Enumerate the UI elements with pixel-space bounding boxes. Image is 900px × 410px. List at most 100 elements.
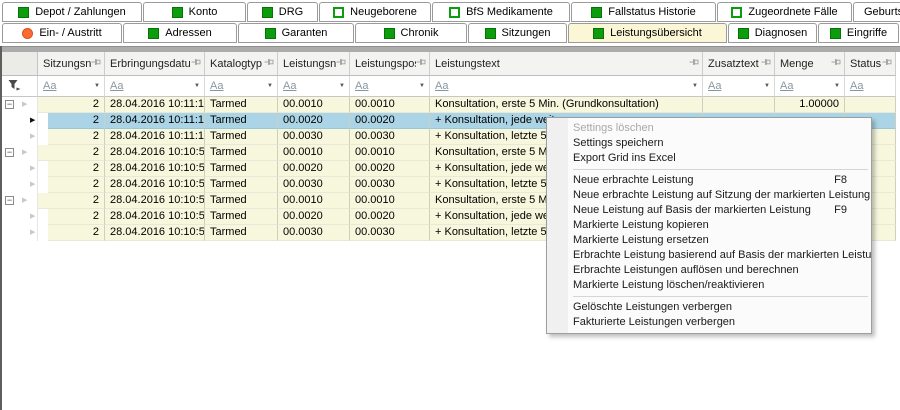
- cell-leistungspos[interactable]: 00.0020: [350, 113, 430, 129]
- cell-katalogtyp[interactable]: Tarmed: [205, 161, 278, 177]
- filter-cell-leistungspos[interactable]: Aa▼: [350, 76, 430, 97]
- menu-item-neue-leistung-auf-basis-der-markierten-leistung[interactable]: Neue Leistung auf Basis der markierten L…: [547, 203, 871, 218]
- pin-icon[interactable]: [264, 57, 274, 70]
- pin-icon[interactable]: [831, 57, 841, 70]
- filter-cell-katalogtyp[interactable]: Aa▼: [205, 76, 278, 97]
- cell-leistungsnr[interactable]: 00.0010: [278, 145, 350, 161]
- filter-cell-menge[interactable]: Aa▼: [775, 76, 845, 97]
- filter-cell-zusatztext[interactable]: Aa▼: [703, 76, 775, 97]
- cell-erbringungsdatum[interactable]: 28.04.2016 10:10:57: [105, 225, 205, 241]
- cell-katalogtyp[interactable]: Tarmed: [205, 97, 278, 113]
- menu-item-markierte-leistung-ersetzen[interactable]: Markierte Leistung ersetzen: [547, 233, 871, 248]
- tab-diagnosen[interactable]: Diagnosen: [728, 23, 817, 43]
- cell-leistungspos[interactable]: 00.0020: [350, 209, 430, 225]
- cell-sitzungsnr[interactable]: 2: [48, 129, 105, 145]
- cell-leistungspos[interactable]: 00.0020: [350, 161, 430, 177]
- cell-leistungstext[interactable]: Konsultation, erste 5 Min. (Grundkonsult…: [430, 97, 703, 113]
- column-header-leistungsnr[interactable]: Leistungsnr.: [278, 52, 350, 76]
- menu-item-fakturierte-leistungen-verbergen[interactable]: Fakturierte Leistungen verbergen: [547, 315, 871, 330]
- cell-leistungspos[interactable]: 00.0010: [350, 97, 430, 113]
- menu-item-neue-erbrachte-leistung[interactable]: Neue erbrachte LeistungF8: [547, 173, 871, 188]
- collapse-icon[interactable]: −: [5, 196, 14, 205]
- row-indicator[interactable]: ▶: [2, 209, 38, 225]
- row-expand-arrow-icon[interactable]: ▶: [22, 149, 27, 157]
- tab-chronik[interactable]: Chronik: [355, 23, 467, 43]
- pin-icon[interactable]: [191, 57, 201, 70]
- filter-dropdown-icon[interactable]: ▼: [692, 83, 698, 89]
- tab-leistungs-bersicht[interactable]: Leistungsübersicht: [568, 23, 727, 43]
- pin-icon[interactable]: [761, 57, 771, 70]
- column-header-katalogtyp[interactable]: Katalogtyp: [205, 52, 278, 76]
- filter-dropdown-icon[interactable]: ▼: [267, 83, 273, 89]
- filter-cell-sitzungsnr[interactable]: Aa▼: [38, 76, 105, 97]
- cell-leistungsnr[interactable]: 00.0010: [278, 193, 350, 209]
- pin-icon[interactable]: [336, 57, 346, 70]
- cell-leistungsnr[interactable]: 00.0020: [278, 209, 350, 225]
- column-header-leistungspos[interactable]: Leistungspos.: [350, 52, 430, 76]
- tab-fallstatus-historie[interactable]: Fallstatus Historie: [571, 2, 716, 22]
- tab-ein-austritt[interactable]: Ein- / Austritt: [2, 23, 122, 43]
- cell-sitzungsnr[interactable]: 2: [38, 193, 105, 209]
- tab-zugeordnete-f-lle[interactable]: Zugeordnete Fälle: [717, 2, 852, 22]
- column-header-erbringungsdatum[interactable]: Erbringungsdatum: [105, 52, 205, 76]
- cell-erbringungsdatum[interactable]: 28.04.2016 10:10:57: [105, 193, 205, 209]
- cell-erbringungsdatum[interactable]: 28.04.2016 10:11:19: [105, 97, 205, 113]
- filter-dropdown-icon[interactable]: ▼: [194, 83, 200, 89]
- cell-leistungspos[interactable]: 00.0010: [350, 145, 430, 161]
- column-header-leistungstext[interactable]: Leistungstext: [430, 52, 703, 76]
- cell-katalogtyp[interactable]: Tarmed: [205, 193, 278, 209]
- menu-item-settings-l-schen[interactable]: Settings löschen: [547, 121, 871, 136]
- cell-leistungsnr[interactable]: 00.0030: [278, 225, 350, 241]
- cell-leistungspos[interactable]: 00.0010: [350, 193, 430, 209]
- tab-sitzungen[interactable]: Sitzungen: [468, 23, 567, 43]
- tab-eingriffe[interactable]: Eingriffe: [818, 23, 899, 43]
- pin-icon[interactable]: [91, 57, 101, 70]
- filter-dropdown-icon[interactable]: ▼: [834, 83, 840, 89]
- filter-dropdown-icon[interactable]: ▼: [339, 83, 345, 89]
- tab-geburts[interactable]: Geburts: [853, 2, 900, 22]
- tab-neugeborene[interactable]: Neugeborene: [319, 2, 431, 22]
- row-indicator[interactable]: ▶: [2, 161, 38, 177]
- column-header-menge[interactable]: Menge: [775, 52, 845, 76]
- cell-leistungsnr[interactable]: 00.0030: [278, 129, 350, 145]
- cell-katalogtyp[interactable]: Tarmed: [205, 113, 278, 129]
- cell-sitzungsnr[interactable]: 2: [48, 225, 105, 241]
- row-expand-arrow-icon[interactable]: ▶: [22, 101, 27, 109]
- column-header-sitzungsnr[interactable]: Sitzungsnr.: [38, 52, 105, 76]
- cell-erbringungsdatum[interactable]: 28.04.2016 10:11:19: [105, 129, 205, 145]
- cell-zusatztext[interactable]: [703, 97, 775, 113]
- column-header-zusatztext[interactable]: Zusatztext: [703, 52, 775, 76]
- menu-item-neue-erbrachte-leistung-auf-sitzung-der-markierten-leistung[interactable]: Neue erbrachte Leistung auf Sitzung der …: [547, 188, 871, 203]
- cell-status[interactable]: [845, 97, 896, 113]
- cell-leistungspos[interactable]: 00.0030: [350, 225, 430, 241]
- row-indicator[interactable]: ▶: [2, 113, 38, 129]
- row-indicator[interactable]: −▶: [2, 193, 38, 209]
- row-expand-arrow-icon[interactable]: ▶: [30, 213, 35, 221]
- tab-adressen[interactable]: Adressen: [123, 23, 237, 43]
- cell-leistungsnr[interactable]: 00.0030: [278, 177, 350, 193]
- menu-item-markierte-leistung-l-schen-reaktivieren[interactable]: Markierte Leistung löschen/reaktivieren: [547, 278, 871, 293]
- row-expand-arrow-icon[interactable]: ▶: [30, 133, 35, 141]
- cell-katalogtyp[interactable]: Tarmed: [205, 129, 278, 145]
- cell-leistungsnr[interactable]: 00.0010: [278, 97, 350, 113]
- filter-cell-leistungstext[interactable]: Aa▼: [430, 76, 703, 97]
- cell-leistungsnr[interactable]: 00.0020: [278, 161, 350, 177]
- cell-erbringungsdatum[interactable]: 28.04.2016 10:10:57: [105, 145, 205, 161]
- filter-dropdown-icon[interactable]: ▼: [419, 83, 425, 89]
- menu-item-erbrachte-leistung-basierend-auf-basis-der-markierten-leistung-ersetzen[interactable]: Erbrachte Leistung basierend auf Basis d…: [547, 248, 871, 263]
- row-indicator[interactable]: ▶: [2, 225, 38, 241]
- cell-sitzungsnr[interactable]: 2: [38, 145, 105, 161]
- row-indicator[interactable]: −▶: [2, 145, 38, 161]
- row-expand-arrow-icon[interactable]: ▶: [30, 165, 35, 173]
- cell-sitzungsnr[interactable]: 2: [48, 161, 105, 177]
- row-indicator[interactable]: ▶: [2, 129, 38, 145]
- cell-sitzungsnr[interactable]: 2: [38, 97, 105, 113]
- cell-menge[interactable]: 1.00000: [775, 97, 845, 113]
- row-expand-arrow-icon[interactable]: ▶: [30, 229, 35, 237]
- collapse-icon[interactable]: −: [5, 148, 14, 157]
- filter-button[interactable]: [2, 76, 38, 97]
- filter-dropdown-icon[interactable]: ▼: [94, 83, 100, 89]
- cell-erbringungsdatum[interactable]: 28.04.2016 10:11:19: [105, 113, 205, 129]
- row-indicator[interactable]: −▶: [2, 97, 38, 113]
- table-row[interactable]: −▶228.04.2016 10:11:19Tarmed00.001000.00…: [2, 97, 895, 113]
